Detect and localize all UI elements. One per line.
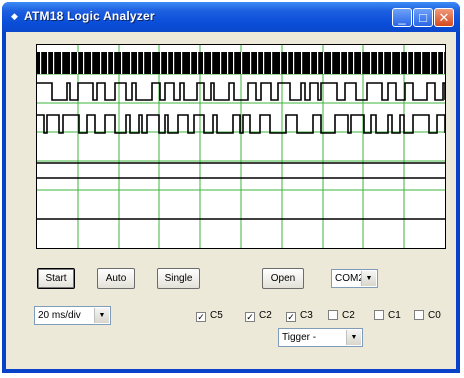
- trace-channel-1-gap: [310, 52, 312, 74]
- trace-channel-1-gap: [361, 52, 363, 74]
- trace-channel-1-gap: [400, 52, 402, 74]
- trace-channel-1-gap: [263, 52, 265, 74]
- app-icon: ◆: [11, 11, 18, 21]
- trace-channel-1-gap: [293, 52, 295, 74]
- trace-channel-1-gap: [443, 52, 445, 74]
- timebase-select-value: 20 ms/div: [38, 310, 81, 321]
- trace-channel-1-gap: [340, 52, 342, 74]
- trace-channel-1-gap: [437, 52, 439, 74]
- trace-channel-1-gap: [383, 52, 385, 74]
- trace-channel-1-gap: [317, 52, 319, 74]
- maximize-button[interactable]: □: [413, 8, 433, 27]
- close-button[interactable]: ✕: [434, 8, 454, 27]
- trace-channel-1-gap: [53, 52, 55, 74]
- timebase-select[interactable]: 20 ms/div ▼: [34, 306, 111, 325]
- trigger-select[interactable]: Tigger - ▼: [278, 328, 363, 347]
- trace-channel-1-gap: [160, 52, 162, 74]
- trace-channel-1-gap: [353, 52, 355, 74]
- trigger-select-value: Tigger -: [282, 332, 317, 343]
- trace-channel-1-gap: [227, 52, 229, 74]
- trace-channel-1-gap: [100, 52, 102, 74]
- channel-label: C2: [342, 310, 355, 321]
- trace-channel-1-gap: [137, 52, 139, 74]
- trace-channel-1-gap: [301, 52, 303, 74]
- trace-channel-1-gap: [287, 52, 289, 74]
- trace-channel-1-gap: [70, 52, 72, 74]
- chevron-down-icon[interactable]: ▼: [361, 271, 376, 286]
- trace-channel-1-gap: [377, 52, 379, 74]
- channel-label: C1: [388, 310, 401, 321]
- checkbox-checked-icon[interactable]: ✓: [245, 312, 255, 322]
- trace-channel-1-gap: [197, 52, 199, 74]
- channel-checkbox-c1[interactable]: C1: [374, 309, 401, 323]
- single-button[interactable]: Single: [157, 268, 200, 289]
- trace-channel-1-gap: [77, 52, 79, 74]
- grid-lines: [37, 45, 445, 248]
- channel-label: C3: [300, 310, 313, 321]
- trace-channel-1-gap: [151, 52, 153, 74]
- app-window: ◆ ATM18 Logic Analyzer _ □ ✕ Start Auto …: [2, 2, 460, 373]
- trace-channel-1-gap: [331, 52, 333, 74]
- channel-checkbox-c2[interactable]: C2: [328, 309, 355, 323]
- trace-channel-1-gap: [181, 52, 183, 74]
- trace-channel-1-gap: [347, 52, 349, 74]
- channel-checkbox-c5[interactable]: ✓ C5: [196, 309, 223, 323]
- trace-channel-1-gap: [121, 52, 123, 74]
- checkbox-unchecked-icon[interactable]: [328, 310, 338, 320]
- trace-channel-1-gap: [107, 52, 109, 74]
- trace-channel-1-gap: [413, 52, 415, 74]
- trace-channel-1-gap: [257, 52, 259, 74]
- waveform-display: [36, 44, 446, 249]
- trace-channel-1-gap: [203, 52, 205, 74]
- trace-channel-1-gap: [280, 52, 282, 74]
- trace-channel-1-gap: [323, 52, 325, 74]
- chevron-down-icon[interactable]: ▼: [94, 308, 109, 323]
- trace-channel-1-gap: [271, 52, 273, 74]
- chevron-down-icon[interactable]: ▼: [346, 330, 361, 345]
- trace-channel-1-gap: [113, 52, 115, 74]
- trace-channel-1-gap: [47, 52, 49, 74]
- client-area: Start Auto Single Open COM2 ▼ 20 ms/div …: [6, 32, 456, 369]
- trace-channel-1-gap: [370, 52, 372, 74]
- channel-checkbox-c0[interactable]: C0: [414, 309, 441, 323]
- checkbox-checked-icon[interactable]: ✓: [286, 312, 296, 322]
- trace-channel-1-gap: [211, 52, 213, 74]
- trace-channel-1-gap: [430, 52, 432, 74]
- title-bar[interactable]: ◆ ATM18 Logic Analyzer _ □ ✕: [2, 2, 460, 32]
- trace-channel-1-gap: [407, 52, 409, 74]
- channel-label: C5: [210, 310, 223, 321]
- window-title: ATM18 Logic Analyzer: [24, 9, 155, 23]
- trace-channel-1-gap: [143, 52, 145, 74]
- trace-channel-1-gap: [91, 52, 93, 74]
- trace-channel-1-gap: [190, 52, 192, 74]
- port-select[interactable]: COM2 ▼: [331, 269, 378, 288]
- trace-channel-1-gap: [220, 52, 222, 74]
- open-button[interactable]: Open: [262, 268, 304, 289]
- checkbox-unchecked-icon[interactable]: [414, 310, 424, 320]
- trace-channel-1-gap: [173, 52, 175, 74]
- trace-channel-1-gap: [167, 52, 169, 74]
- trace-channel-1-gap: [130, 52, 132, 74]
- port-select-value: COM2: [335, 273, 364, 284]
- trace-channel-1-gap: [421, 52, 423, 74]
- trace-channel-1-gap: [61, 52, 63, 74]
- waveform-canvas: [37, 45, 445, 248]
- trace-channel-1-gap: [391, 52, 393, 74]
- checkbox-checked-icon[interactable]: ✓: [196, 312, 206, 322]
- channel-checkbox-c3[interactable]: ✓ C3: [286, 309, 313, 323]
- trace-channel-1-gap: [250, 52, 252, 74]
- checkbox-unchecked-icon[interactable]: [374, 310, 384, 320]
- trace-channel-1-gap: [233, 52, 235, 74]
- minimize-button[interactable]: _: [392, 8, 412, 27]
- trace-channel-1-gap: [40, 52, 42, 74]
- trace-channel-1-gap: [241, 52, 243, 74]
- channel-checkbox-c2[interactable]: ✓ C2: [245, 309, 272, 323]
- channel-label: C0: [428, 310, 441, 321]
- start-button[interactable]: Start: [37, 268, 75, 289]
- channel-label: C2: [259, 310, 272, 321]
- auto-button[interactable]: Auto: [97, 268, 135, 289]
- trace-channel-1-gap: [83, 52, 85, 74]
